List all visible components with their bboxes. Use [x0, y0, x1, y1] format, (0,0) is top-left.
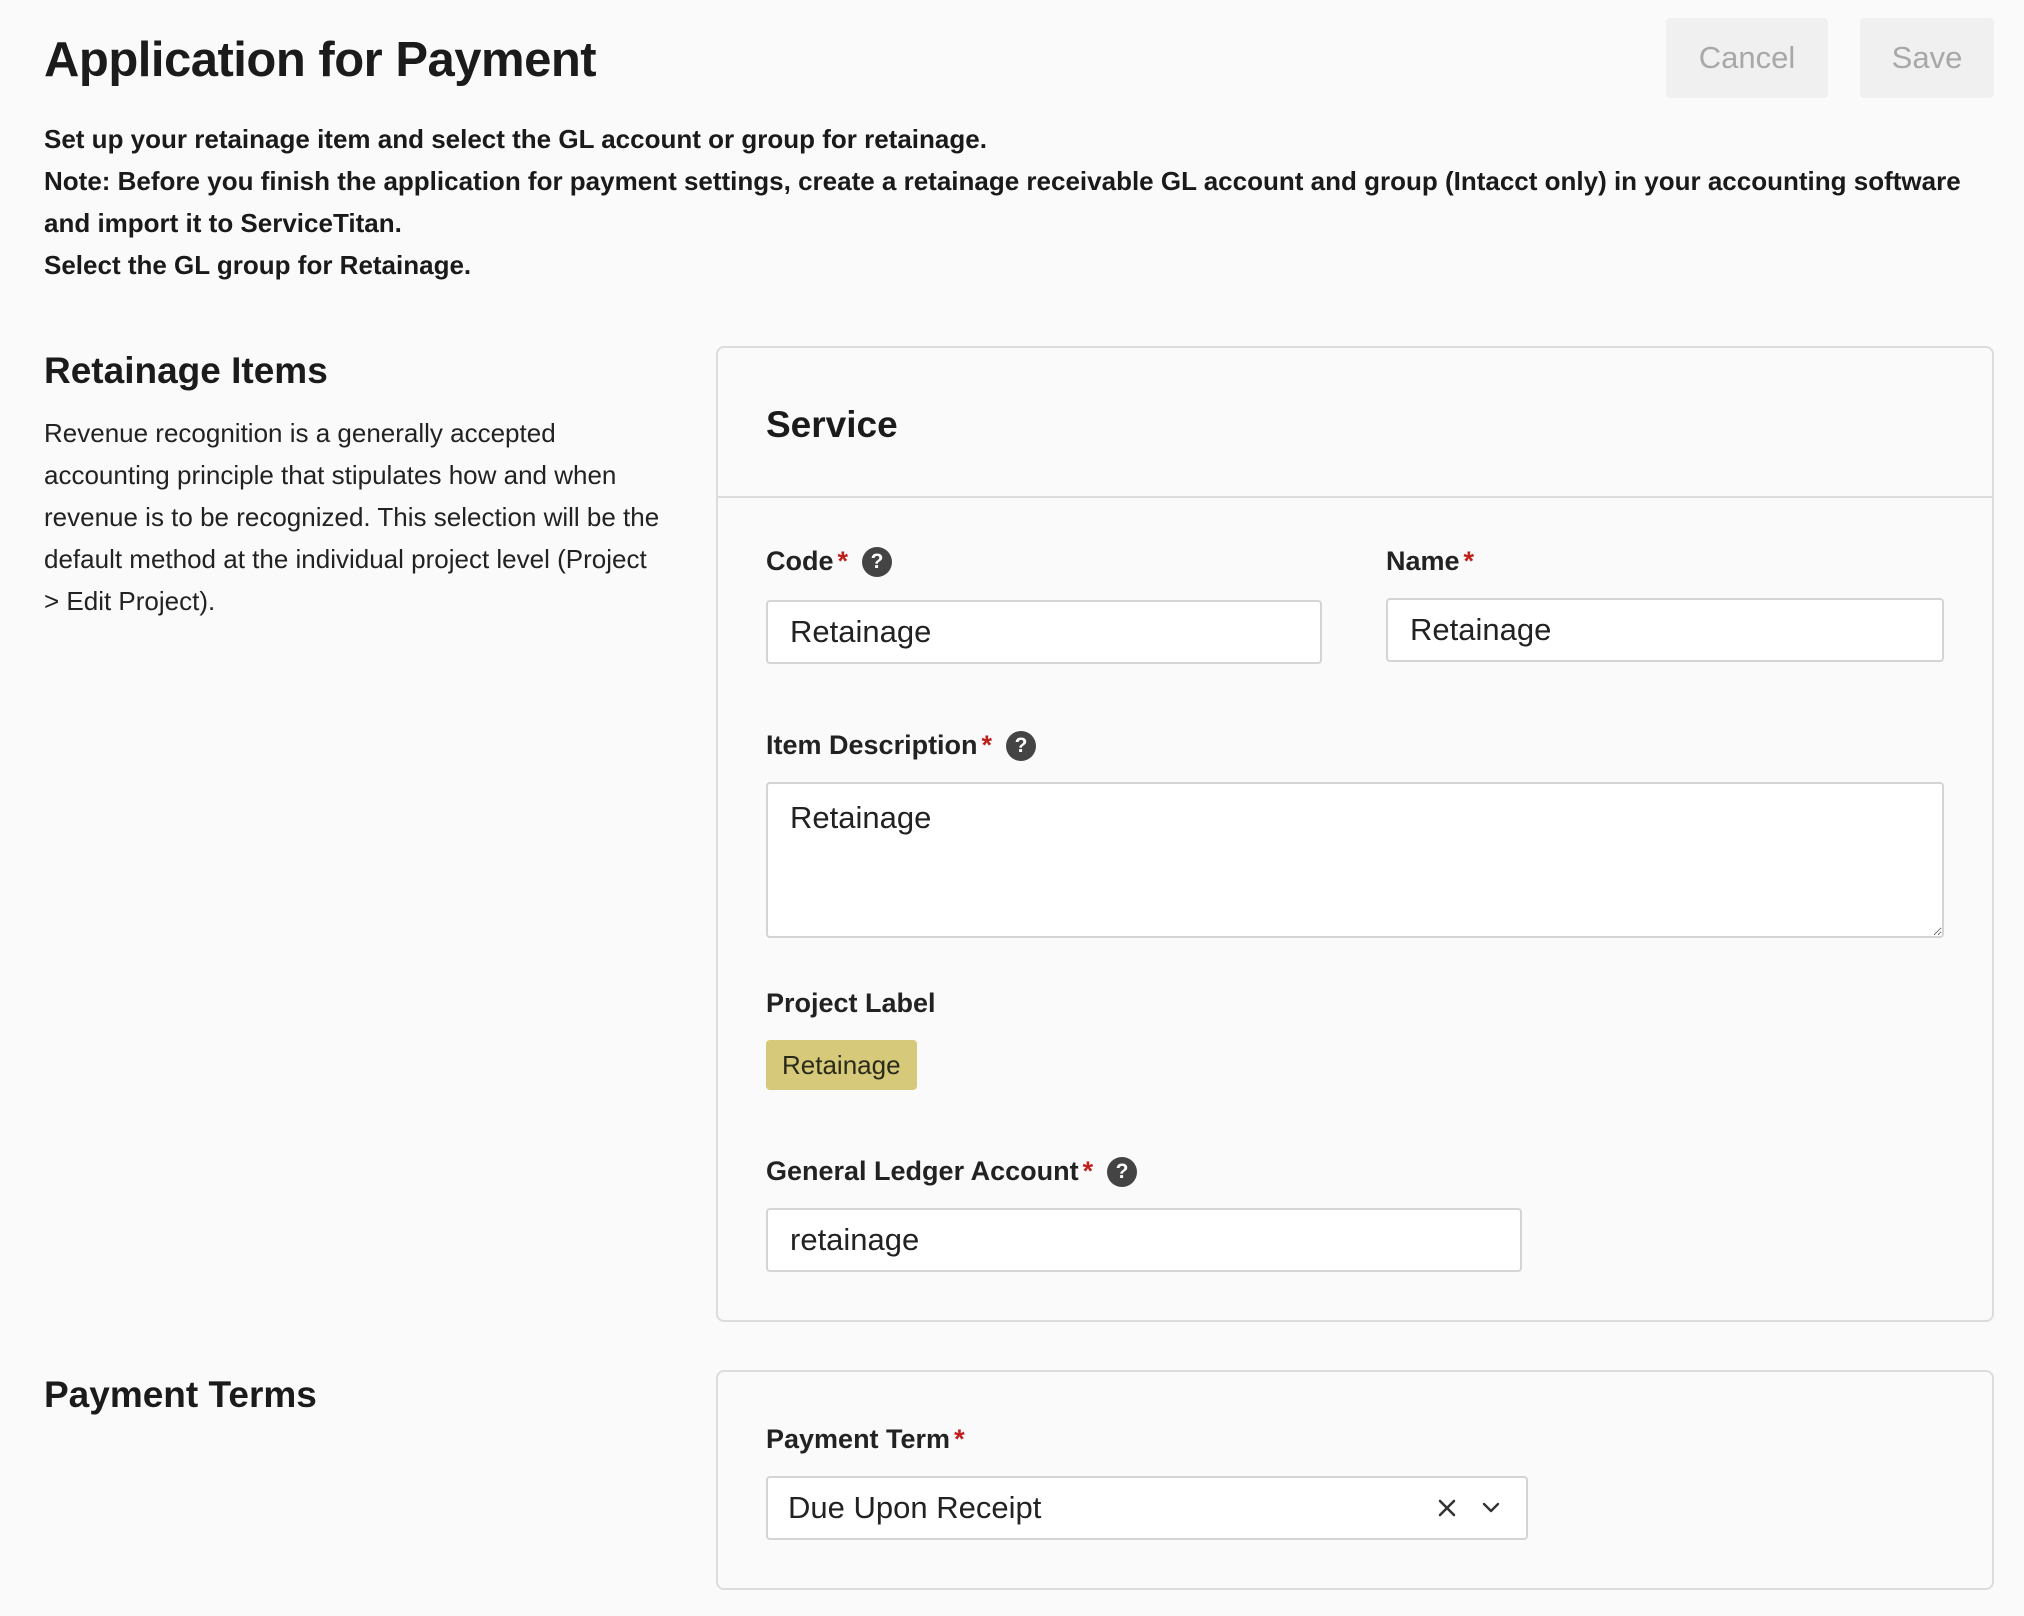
retainage-items-heading: Retainage Items — [44, 350, 328, 391]
question-circle-icon[interactable]: ? — [862, 546, 893, 577]
payment-term-value: Due Upon Receipt — [788, 1490, 1042, 1525]
payment-term-label: Payment Term * — [766, 1424, 965, 1455]
item-description-label: Item Description * ? — [766, 730, 1037, 761]
payment-term-select[interactable]: Due Upon Receipt — [766, 1476, 1528, 1540]
intro-line: Set up your retainage item and select th… — [44, 124, 987, 154]
intro-text: Set up your retainage item and select th… — [44, 118, 1994, 286]
name-input[interactable] — [1386, 598, 1944, 662]
name-label-text: Name — [1386, 546, 1460, 576]
cancel-button[interactable]: Cancel — [1666, 18, 1828, 98]
item-description-textarea[interactable]: Retainage — [766, 782, 1944, 938]
retainage-items-description: Revenue recognition is a generally accep… — [44, 418, 660, 616]
gl-account-input[interactable] — [766, 1208, 1522, 1272]
required-marker: * — [954, 1424, 965, 1454]
question-circle-icon[interactable]: ? — [1006, 730, 1037, 761]
project-label-label-text: Project Label — [766, 988, 936, 1018]
question-circle-icon[interactable]: ? — [1107, 1156, 1138, 1187]
gl-account-label: General Ledger Account * ? — [766, 1156, 1138, 1187]
service-card-title: Service — [766, 404, 898, 445]
service-card: Service Code * ? Name * Item Description… — [716, 346, 1994, 1322]
intro-note: Note: Before you finish the application … — [44, 166, 1961, 238]
page: Application for Payment Cancel Save Set … — [0, 0, 2024, 1616]
item-description-label-text: Item Description — [766, 730, 978, 760]
page-title: Application for Payment — [44, 33, 597, 87]
chevron-down-icon[interactable] — [1476, 1493, 1506, 1523]
required-marker: * — [1463, 546, 1475, 576]
code-label: Code * ? — [766, 546, 893, 577]
intro-line: Select the GL group for Retainage. — [44, 250, 472, 280]
name-label: Name * — [1386, 546, 1474, 577]
card-divider — [718, 496, 1992, 498]
required-marker: * — [981, 730, 993, 760]
payment-term-label-text: Payment Term — [766, 1424, 951, 1454]
payment-terms-heading: Payment Terms — [44, 1374, 317, 1415]
project-label-tag[interactable]: Retainage — [766, 1040, 917, 1090]
project-label-label: Project Label — [766, 988, 936, 1019]
gl-account-label-text: General Ledger Account — [766, 1156, 1079, 1186]
code-label-text: Code — [766, 546, 834, 576]
payment-terms-card: Payment Term * Due Upon Receipt — [716, 1370, 1994, 1590]
code-input[interactable] — [766, 600, 1322, 664]
save-button[interactable]: Save — [1860, 18, 1994, 98]
required-marker: * — [837, 546, 849, 576]
required-marker: * — [1082, 1156, 1094, 1186]
close-icon[interactable] — [1432, 1493, 1462, 1523]
